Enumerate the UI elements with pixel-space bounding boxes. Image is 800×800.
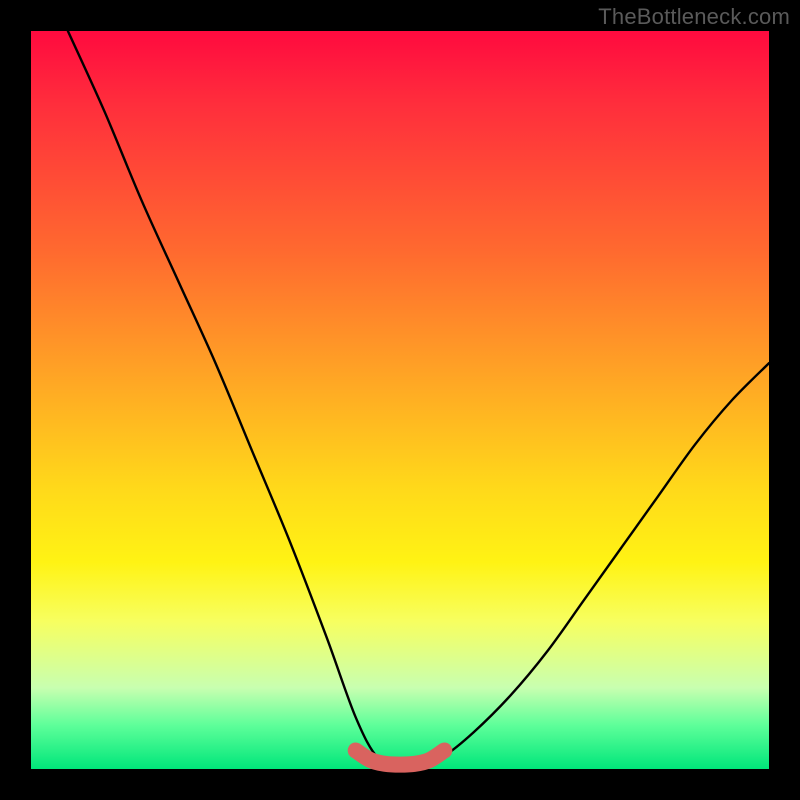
curve-layer [31,31,769,769]
plot-area [31,31,769,769]
chart-frame: TheBottleneck.com [0,0,800,800]
bottom-marker [356,751,445,765]
watermark-text: TheBottleneck.com [598,4,790,30]
bottleneck-curve [68,31,769,766]
